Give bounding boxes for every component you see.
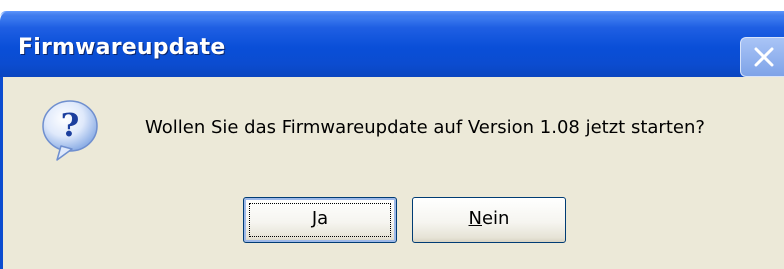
dialog-body: ? Wollen Sie das Firmwareupdate auf Vers… (0, 77, 784, 269)
yes-button[interactable]: Ja (243, 197, 397, 243)
title-bar[interactable]: Firmwareupdate (0, 11, 784, 77)
no-button[interactable]: Nein (412, 197, 566, 243)
close-button[interactable] (740, 37, 784, 77)
close-icon (754, 47, 774, 67)
dialog-message: Wollen Sie das Firmwareupdate auf Versio… (145, 117, 705, 138)
window-title: Firmwareupdate (18, 35, 226, 60)
question-icon: ? (42, 100, 98, 161)
no-button-label: ein (481, 208, 510, 229)
yes-button-label: a (317, 208, 329, 229)
svg-text:?: ? (61, 106, 80, 144)
dialog-window: Firmwareupdate ? Wollen Sie das Firmware… (0, 0, 784, 269)
no-button-mnemonic: N (468, 208, 482, 229)
